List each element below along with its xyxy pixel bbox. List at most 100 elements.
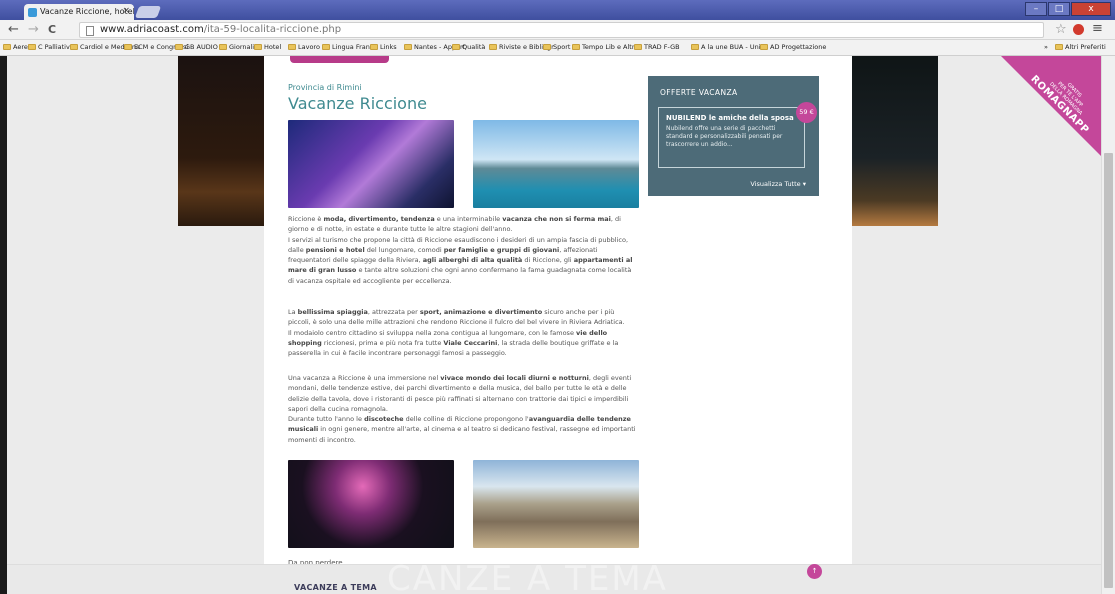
bookmark-star-icon[interactable]: ☆: [1055, 22, 1067, 37]
extension-icon[interactable]: [1073, 24, 1084, 35]
paragraph-spiaggia: La bellissima spiaggia, attrezzata per s…: [288, 308, 625, 358]
maximize-button[interactable]: □: [1048, 2, 1070, 16]
offers-title: OFFERTE VACANZA: [660, 88, 738, 97]
main-content: Provincia di Rimini Vacanze Riccione Ric…: [264, 56, 852, 594]
offers-box: OFFERTE VACANZA NUBILEND le amiche della…: [648, 76, 819, 196]
footer-watermark-text: CANZE A TEMA: [387, 559, 668, 594]
bookmark-label: GB AUDIO: [185, 43, 218, 51]
folder-icon: [28, 44, 36, 50]
url-domain: www.adriacoast.com: [100, 24, 204, 35]
folder-icon: [219, 44, 227, 50]
close-window-button[interactable]: x: [1071, 2, 1111, 16]
romagnapp-promo-ribbon[interactable]: GRATIS PER TE L'APP DELLA ROMAGNA ROMAGN…: [1001, 56, 1101, 156]
bookmark-item[interactable]: C Palliative: [28, 43, 74, 51]
tab-close-icon[interactable]: ×: [122, 6, 130, 16]
new-tab-button[interactable]: [134, 6, 162, 18]
folder-icon: [1055, 44, 1063, 50]
paragraph-intro: Riccione è moda, divertimento, tendenza …: [288, 215, 633, 285]
browser-tab[interactable]: Vacanze Riccione, hotel Ri ×: [24, 4, 134, 20]
bookmarks-more-icon[interactable]: »: [1044, 43, 1048, 51]
folder-icon: [760, 44, 768, 50]
see-all-offers-link[interactable]: Visualizza Tutte ▾: [750, 180, 806, 188]
bookmark-label: Qualità: [462, 43, 486, 51]
bookmark-label: Tempo Lib e Altro: [582, 43, 639, 51]
background-photo-left: [178, 56, 264, 226]
browser-toolbar: ← → C www.adriacoast.com/ita-59-localita…: [0, 20, 1115, 40]
bookmark-label: Hotel: [264, 43, 282, 51]
bookmark-label: Giornali: [229, 43, 255, 51]
folder-icon: [572, 44, 580, 50]
offer-card-title[interactable]: NUBILEND le amiche della sposa: [666, 114, 794, 122]
folder-icon: [175, 44, 183, 50]
bookmark-item[interactable]: TRAD F-GB: [634, 43, 680, 51]
bookmark-item[interactable]: Giornali: [219, 43, 254, 51]
bookmark-label: Links: [380, 43, 397, 51]
background-photo-right: [852, 56, 938, 226]
bookmark-label: A la une BUA - Unive: [701, 43, 769, 51]
photo-sculpture-sea[interactable]: [473, 120, 639, 208]
footer-bar: CANZE A TEMA VACANZE A TEMA: [7, 559, 1101, 594]
paragraph-locali: Una vacanza a Riccione è una immersione …: [288, 374, 636, 444]
folder-icon: [691, 44, 699, 50]
browser-titlebar: Vacanze Riccione, hotel Ri × – □ x: [0, 0, 1115, 20]
vertical-scrollbar[interactable]: [1101, 56, 1115, 594]
page-icon: [86, 26, 94, 36]
folder-icon: [489, 44, 497, 50]
back-arrow-icon[interactable]: ←: [8, 22, 19, 38]
bookmark-item[interactable]: Hotel: [254, 43, 281, 51]
bookmark-item[interactable]: Qualità: [452, 43, 485, 51]
page-title: Vacanze Riccione: [288, 94, 427, 113]
offer-price-badge: 59 €: [796, 102, 817, 123]
offer-card[interactable]: NUBILEND le amiche della sposa Nubilend …: [658, 107, 805, 168]
folder-icon: [3, 44, 11, 50]
folder-icon: [370, 44, 378, 50]
bookmark-label: TRAD F-GB: [644, 43, 680, 51]
bookmark-label: AD Progettazione: [770, 43, 827, 51]
bookmark-other-label: Altri Preferiti: [1065, 43, 1106, 51]
scrollbar-thumb[interactable]: [1104, 153, 1113, 588]
bookmark-label: C Palliative: [38, 43, 74, 51]
bookmark-label: Sport: [553, 43, 571, 51]
url-path: /ita-59-localita-riccione.php: [203, 24, 342, 35]
bookmark-item[interactable]: A la une BUA - Unive: [691, 43, 768, 51]
photo-palazzo-congressi[interactable]: [288, 120, 454, 208]
scroll-top-button[interactable]: ↑: [807, 564, 822, 579]
folder-icon: [124, 44, 132, 50]
left-dark-border: [0, 56, 7, 594]
bookmark-item[interactable]: Lavoro: [288, 43, 320, 51]
web-page: Provincia di Rimini Vacanze Riccione Ric…: [0, 56, 1115, 594]
photo-fireworks[interactable]: [288, 460, 454, 548]
bookmarks-bar: » Altri Preferiti Aerei C Palliative Cardi…: [0, 40, 1115, 56]
folder-icon: [254, 44, 262, 50]
bookmark-item[interactable]: Sport: [543, 43, 570, 51]
offer-card-description: Nubilend offre una serie di pacchetti st…: [666, 125, 783, 148]
tab-title: Vacanze Riccione, hotel Ri: [40, 7, 134, 16]
bookmark-item[interactable]: Aerei: [3, 43, 30, 51]
nav-indicator: [290, 56, 389, 63]
window-controls: – □ x: [1025, 2, 1111, 16]
bookmark-label: Lavoro: [298, 43, 320, 51]
bookmark-item[interactable]: AD Progettazione: [760, 43, 826, 51]
bookmark-item[interactable]: Lingua Franc: [322, 43, 373, 51]
bookmark-item[interactable]: Links: [370, 43, 397, 51]
folder-icon: [404, 44, 412, 50]
folder-icon: [452, 44, 460, 50]
folder-icon: [634, 44, 642, 50]
photo-beach-aerial[interactable]: [473, 460, 639, 548]
bookmark-item[interactable]: Tempo Lib e Altro: [572, 43, 638, 51]
forward-arrow-icon[interactable]: →: [28, 22, 39, 38]
bookmark-label: Lingua Franc: [332, 43, 374, 51]
reload-icon[interactable]: C: [48, 22, 56, 38]
address-bar[interactable]: www.adriacoast.com/ita-59-localita-ricci…: [79, 22, 1044, 38]
site-favicon-icon: [28, 8, 37, 17]
folder-icon: [70, 44, 78, 50]
bookmark-item[interactable]: GB AUDIO: [175, 43, 218, 51]
province-label: Provincia di Rimini: [288, 83, 362, 92]
folder-icon: [322, 44, 330, 50]
folder-icon: [288, 44, 296, 50]
bookmark-other[interactable]: Altri Preferiti: [1055, 43, 1106, 51]
vacanze-a-tema-heading[interactable]: VACANZE A TEMA: [294, 583, 377, 592]
menu-icon[interactable]: ≡: [1092, 21, 1103, 36]
folder-icon: [543, 44, 551, 50]
minimize-button[interactable]: –: [1025, 2, 1047, 16]
